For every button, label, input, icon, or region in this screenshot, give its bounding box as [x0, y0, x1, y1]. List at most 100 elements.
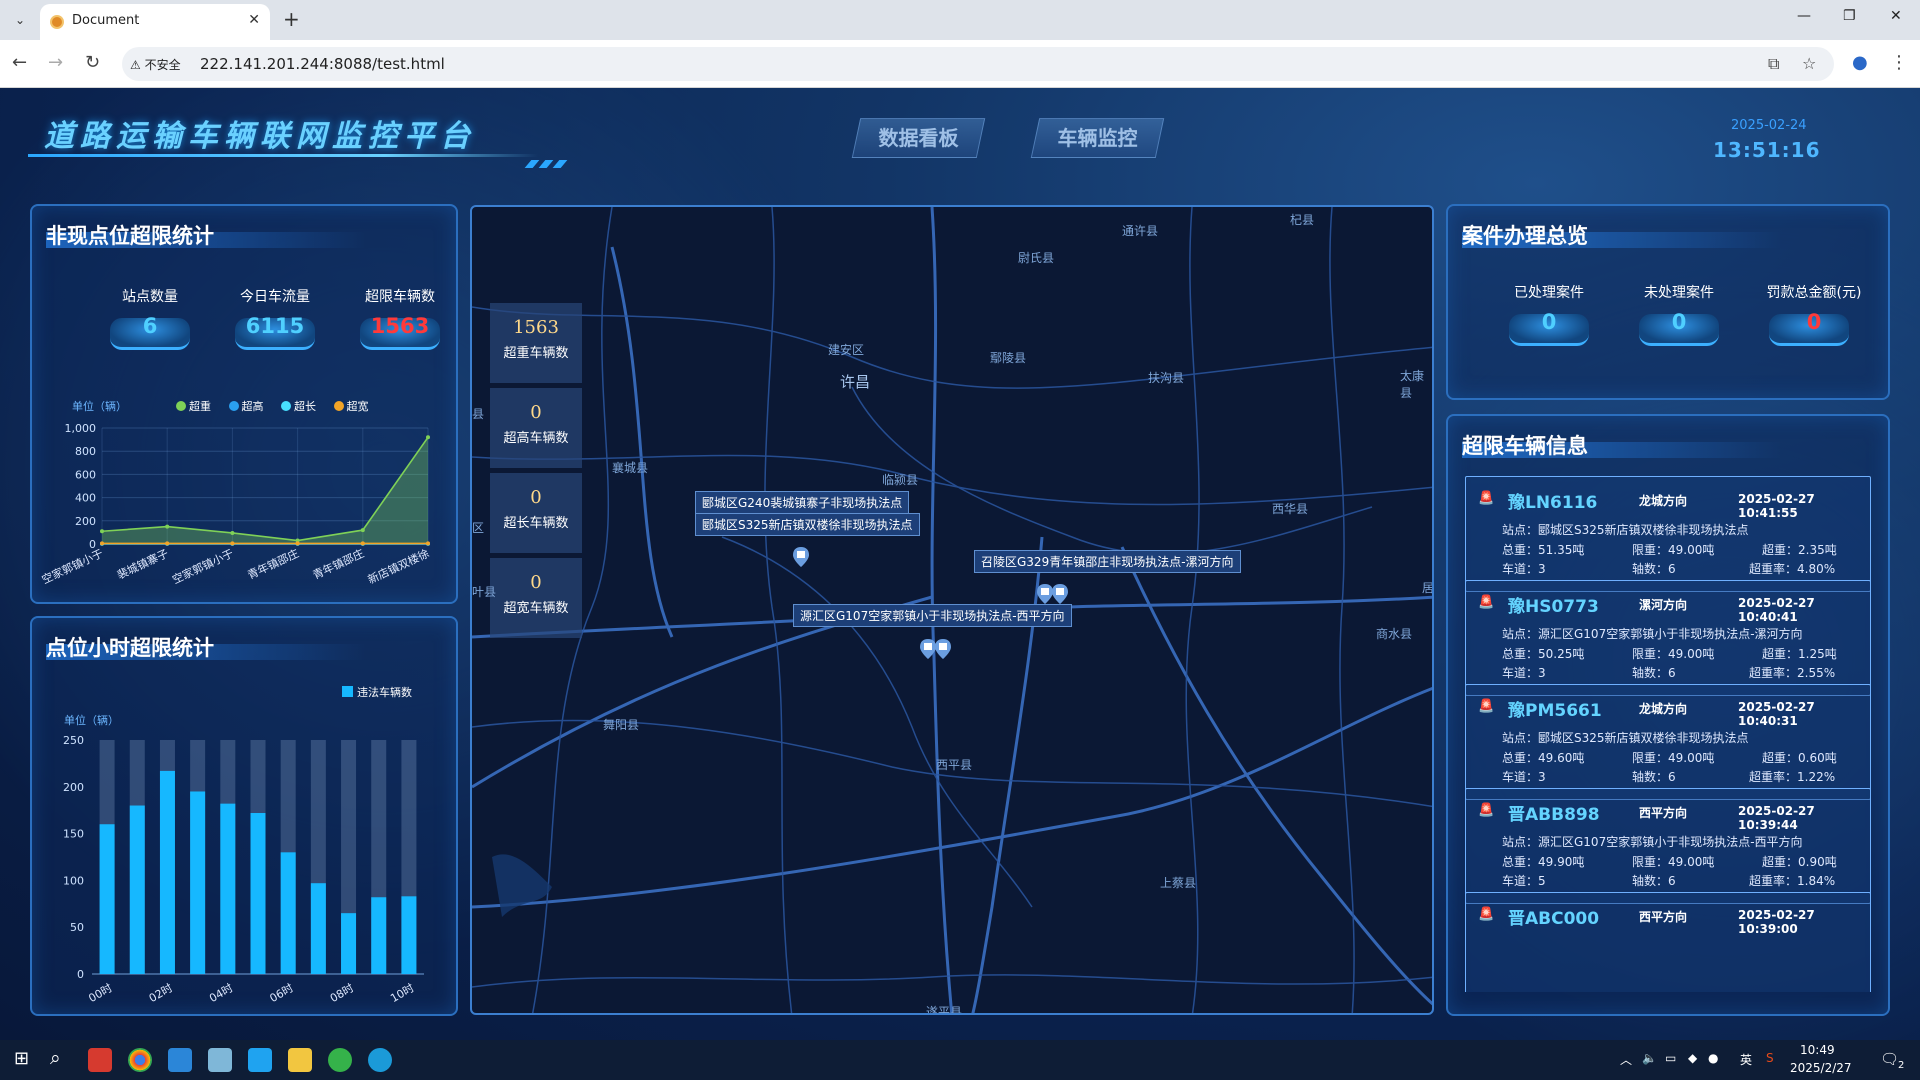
dashboard: 道路运输车辆联网监控平台 数据看板 车辆监控 2025-02-24 13:51:… [0, 88, 1920, 1040]
reload-icon[interactable]: ↻ [85, 52, 100, 73]
restore-icon[interactable]: ❐ [1843, 8, 1856, 24]
vscode-icon[interactable] [168, 1048, 192, 1072]
plate-number: 豫PM5661 [1508, 701, 1602, 721]
plate-number: 晋ABB898 [1508, 805, 1600, 825]
site-name: 站点：源汇区G107空家郭镇小于非现场执法点-西平方向 [1502, 835, 1803, 849]
capture-time: 2025-02-27 10:40:31 [1738, 700, 1815, 728]
tray-expand-icon[interactable]: ︿ [1620, 1051, 1632, 1068]
alarm-icon: 🚨 [1478, 803, 1495, 818]
tab-search-button[interactable]: ⌄ [8, 8, 32, 32]
network-icon[interactable]: ▭ [1665, 1051, 1676, 1065]
over-rate: 超重率：2.55% [1749, 666, 1836, 680]
notification-count: 2 [1898, 1060, 1905, 1071]
menu-dots-icon[interactable]: ⋮ [1890, 52, 1908, 73]
direction: 西平方向 [1639, 910, 1688, 924]
windows-start-icon[interactable]: ⊞ [14, 1048, 29, 1069]
alarm-icon: 🚨 [1478, 595, 1495, 610]
over-rate: 超重率：1.84% [1749, 874, 1836, 888]
wechat-icon[interactable]: ● [1708, 1051, 1718, 1065]
alarm-icon: 🚨 [1478, 907, 1495, 922]
weight-limit: 限重：49.00吨 [1632, 543, 1715, 557]
chrome-icon[interactable] [128, 1048, 152, 1072]
vehicle-card[interactable]: 🚨 豫PM5661 龙城方向 2025-02-27 10:40:31 站点：郾城… [1465, 684, 1871, 800]
direction: 龙城方向 [1639, 494, 1688, 508]
close-window-icon[interactable]: ✕ [1890, 8, 1902, 24]
weight-limit: 限重：49.00吨 [1632, 855, 1715, 869]
file-explorer-icon[interactable] [288, 1048, 312, 1072]
total-weight: 总重：51.35吨 [1502, 543, 1585, 557]
direction: 漯河方向 [1639, 598, 1688, 612]
capture-time: 2025-02-27 10:39:00 [1738, 908, 1815, 936]
new-tab-icon[interactable]: + [283, 7, 300, 31]
search-icon[interactable]: ⌕ [50, 1047, 61, 1069]
bookmark-star-icon[interactable]: ☆ [1802, 54, 1816, 73]
lane: 车道：3 [1502, 666, 1546, 680]
plate-number: 晋ABC000 [1508, 909, 1600, 929]
vehicle-card[interactable]: 🚨 晋ABC000 西平方向 2025-02-27 10:39:00 [1465, 892, 1871, 992]
capture-time: 2025-02-27 10:39:44 [1738, 804, 1815, 832]
tab-title: Document [72, 13, 140, 28]
tab-favicon-icon [50, 15, 64, 29]
notepad-icon[interactable] [208, 1048, 232, 1072]
insecure-label: 不安全 [144, 58, 181, 72]
browser-tab[interactable]: Document ✕ [40, 4, 270, 40]
volume-icon[interactable]: 🔈 [1642, 1051, 1657, 1065]
lane: 车道：5 [1502, 874, 1546, 888]
clock-time[interactable]: 10:49 [1800, 1043, 1835, 1057]
tab-close-icon[interactable]: ✕ [248, 12, 260, 28]
minimize-icon[interactable]: — [1797, 8, 1811, 24]
notification-icon[interactable]: 🗨 [1880, 1050, 1899, 1068]
url-text[interactable]: 222.141.201.244:8088/test.html [200, 55, 445, 73]
insecure-warning[interactable]: ⚠ 不安全 [130, 56, 181, 73]
axles: 轴数：6 [1632, 770, 1676, 784]
total-weight: 总重：50.25吨 [1502, 647, 1585, 661]
forward-icon[interactable]: → [48, 52, 63, 73]
site-name: 站点：源汇区G107空家郭镇小于非现场执法点-漯河方向 [1502, 627, 1803, 641]
feishu-tray-icon[interactable]: ◆ [1688, 1051, 1697, 1065]
over-weight: 超重：2.35吨 [1762, 543, 1837, 557]
sogou-icon[interactable]: S [1766, 1051, 1774, 1065]
weight-limit: 限重：49.00吨 [1632, 647, 1715, 661]
site-name: 站点：郾城区S325新店镇双楼徐非现场执法点 [1502, 731, 1749, 745]
address-bar-row: ← → ↻ ⚠ 不安全 222.141.201.244:8088/test.ht… [0, 40, 1920, 88]
total-weight: 总重：49.60吨 [1502, 751, 1585, 765]
axles: 轴数：6 [1632, 666, 1676, 680]
capture-time: 2025-02-27 10:40:41 [1738, 596, 1815, 624]
city-label: 遂平县 [926, 1005, 963, 1015]
direction: 龙城方向 [1639, 702, 1688, 716]
over-rate: 超重率：1.22% [1749, 770, 1836, 784]
omnibox[interactable]: ⚠ 不安全 222.141.201.244:8088/test.html ⧉ ☆ [122, 47, 1834, 81]
browser-tab-strip: ⌄ Document ✕ + — ❐ ✕ [0, 0, 1920, 40]
back-icon[interactable]: ← [12, 52, 27, 73]
over-rate: 超重率：4.80% [1749, 562, 1836, 576]
site-name: 站点：郾城区S325新店镇双楼徐非现场执法点 [1502, 523, 1749, 537]
over-weight: 超重：0.60吨 [1762, 751, 1837, 765]
translate-icon[interactable]: ⧉ [1768, 54, 1779, 74]
direction: 西平方向 [1639, 806, 1688, 820]
vehicle-card[interactable]: 🚨 豫LN6116 龙城方向 2025-02-27 10:41:55 站点：郾城… [1465, 476, 1871, 592]
vehicle-card-list: 🚨 豫LN6116 龙城方向 2025-02-27 10:41:55 站点：郾城… [0, 88, 1920, 992]
lane: 车道：3 [1502, 562, 1546, 576]
over-weight: 超重：1.25吨 [1762, 647, 1837, 661]
total-weight: 总重：49.90吨 [1502, 855, 1585, 869]
clock-date[interactable]: 2025/2/27 [1790, 1061, 1852, 1075]
profile-icon[interactable]: ● [1852, 52, 1868, 73]
over-weight: 超重：0.90吨 [1762, 855, 1837, 869]
alarm-icon: 🚨 [1478, 491, 1495, 506]
axles: 轴数：6 [1632, 562, 1676, 576]
ime-indicator[interactable]: 英 [1740, 1051, 1752, 1068]
alarm-icon: 🚨 [1478, 699, 1495, 714]
wps-office-icon[interactable] [88, 1048, 112, 1072]
lane: 车道：3 [1502, 770, 1546, 784]
weight-limit: 限重：49.00吨 [1632, 751, 1715, 765]
axles: 轴数：6 [1632, 874, 1676, 888]
browser-360-icon[interactable] [328, 1048, 352, 1072]
plate-number: 豫LN6116 [1508, 493, 1598, 513]
vehicle-card[interactable]: 🚨 晋ABB898 西平方向 2025-02-27 10:39:44 站点：源汇… [1465, 788, 1871, 904]
plate-number: 豫HS0773 [1508, 597, 1599, 617]
os-taskbar: ⊞ ⌕ ︿ 🔈 ▭ ◆ ● 英 S 10:49 2025/2/27 🗨 2 [0, 1040, 1920, 1080]
edge-icon[interactable] [368, 1048, 392, 1072]
vehicle-card[interactable]: 🚨 豫HS0773 漯河方向 2025-02-27 10:40:41 站点：源汇… [1465, 580, 1871, 696]
feishu-icon[interactable] [248, 1048, 272, 1072]
capture-time: 2025-02-27 10:41:55 [1738, 492, 1815, 520]
